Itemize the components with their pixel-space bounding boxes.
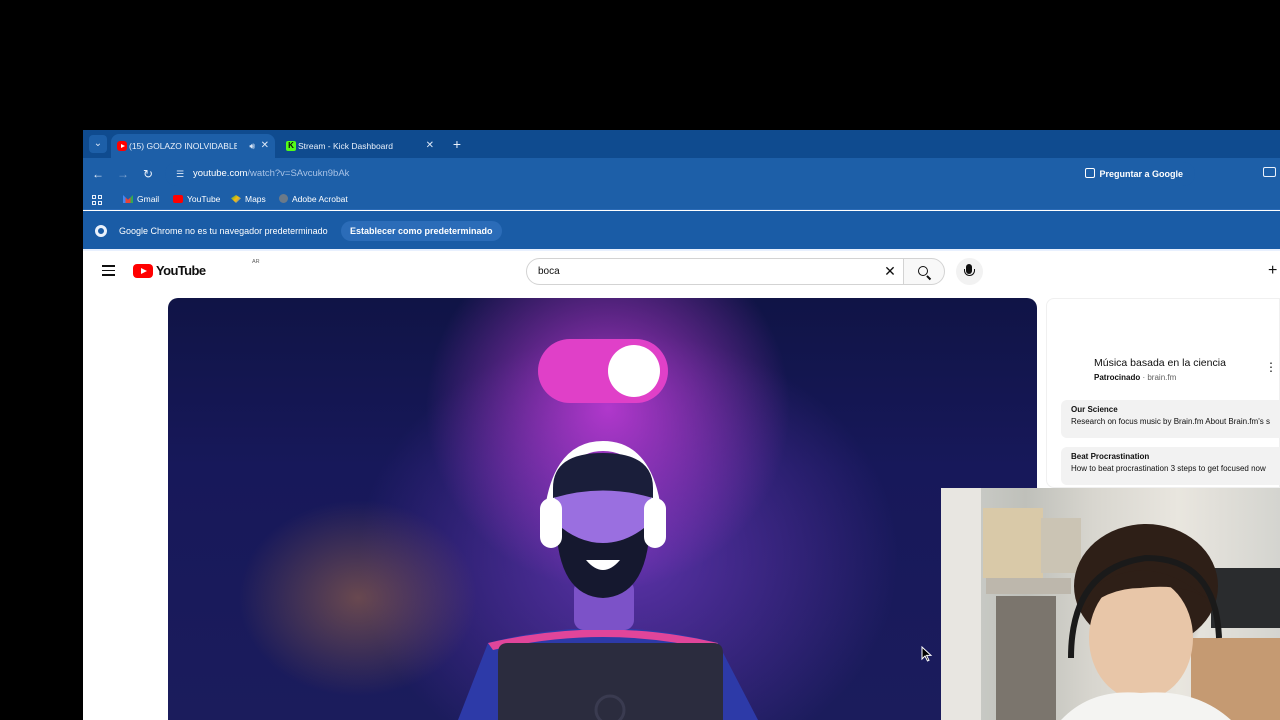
webcam-overlay	[941, 488, 1280, 720]
address-bar[interactable]: ☰ youtube.com/watch?v=SAvcukn9bAk Pregun…	[165, 162, 1195, 186]
search-query: boca	[538, 266, 560, 277]
default-browser-infobar: Google Chrome no es tu navegador predete…	[83, 211, 1280, 251]
youtube-icon	[173, 195, 183, 203]
close-tab-icon[interactable]: ✕	[261, 134, 269, 158]
browser-toolbar: ← → ↻ ☰ youtube.com/watch?v=SAvcukn9bAk …	[83, 158, 1280, 190]
sitelink-description: Research on focus music by Brain.fm Abou…	[1071, 417, 1270, 426]
speaker-icon[interactable]: 🔊︎	[249, 134, 255, 158]
ad-sponsor-line: Patrocinado · brain.fm	[1094, 373, 1176, 382]
chrome-icon	[95, 225, 107, 237]
youtube-header: YouTube AR boca ✕ +	[83, 253, 1280, 289]
bookmark-label: Adobe Acrobat	[292, 194, 348, 204]
kick-icon: K	[286, 141, 296, 151]
google-lens-icon	[1085, 168, 1096, 178]
url-path: /watch?v=SAvcukn9bAk	[247, 168, 350, 179]
globe-icon	[279, 194, 288, 203]
url-host: youtube.com	[193, 168, 248, 179]
sitelink-description: How to beat procrastination 3 steps to g…	[1071, 464, 1266, 473]
infobar-message: Google Chrome no es tu navegador predete…	[119, 226, 328, 236]
tab-youtube[interactable]: (15) GOLAZO INOLVIDABLE 🔊︎ ✕	[111, 134, 275, 158]
search-button[interactable]	[903, 258, 945, 285]
video-player[interactable]	[168, 298, 1037, 720]
tab-title: (15) GOLAZO INOLVIDABLE	[129, 141, 237, 151]
youtube-play-icon	[133, 264, 153, 278]
more-options-icon[interactable]: ⋮	[1265, 361, 1277, 373]
toggle-knob-graphic	[608, 345, 660, 397]
bookmark-gmail[interactable]: Gmail	[123, 190, 159, 210]
gmail-icon	[123, 195, 133, 203]
ad-domain: · brain.fm	[1142, 373, 1177, 382]
maps-icon	[231, 195, 241, 203]
reload-icon[interactable]: ↻	[139, 165, 157, 183]
voice-search-button[interactable]	[956, 258, 983, 285]
bookmark-label: Gmail	[137, 194, 160, 204]
apps-grid-icon[interactable]	[92, 195, 102, 205]
menu-icon[interactable]	[102, 265, 115, 276]
ask-google-button[interactable]: Preguntar a Google	[1085, 162, 1183, 186]
new-tab-button[interactable]: +	[447, 134, 467, 154]
close-tab-icon[interactable]: ✕	[426, 134, 434, 158]
bookmarks-bar: Gmail YouTube Maps Adobe Acrobat	[83, 190, 1280, 210]
sitelink-heading: Beat Procrastination	[1071, 452, 1150, 461]
site-info-icon[interactable]: ☰	[173, 167, 187, 181]
screen: ⌄ (15) GOLAZO INOLVIDABLE 🔊︎ ✕ K Stream …	[0, 0, 1280, 720]
bookmark-maps[interactable]: Maps	[231, 190, 266, 210]
advertiser-avatar	[1061, 355, 1091, 385]
bookmark-youtube[interactable]: YouTube	[173, 190, 220, 210]
search-input[interactable]: boca ✕	[526, 258, 904, 285]
back-arrow-icon[interactable]: ←	[89, 165, 107, 183]
ask-google-label: Preguntar a Google	[1099, 169, 1183, 179]
bookmark-label: Maps	[245, 194, 266, 204]
country-code: AR	[252, 259, 260, 265]
youtube-wordmark: YouTube	[156, 263, 206, 278]
search-icon	[918, 266, 928, 276]
url-text[interactable]: youtube.com/watch?v=SAvcukn9bAk	[193, 162, 349, 186]
set-default-button[interactable]: Establecer como predeterminado	[341, 221, 502, 241]
bookmark-adobe-acrobat[interactable]: Adobe Acrobat	[279, 190, 348, 210]
tab-kick[interactable]: K Stream - Kick Dashboard ✕	[280, 134, 440, 158]
ad-title[interactable]: Música basada en la ciencia	[1094, 357, 1226, 369]
sponsored-ad-card[interactable]: Música basada en la ciencia Patrocinado …	[1046, 298, 1280, 488]
tab-search-chevron-icon[interactable]: ⌄	[89, 135, 107, 153]
clear-search-icon[interactable]: ✕	[881, 259, 899, 284]
tab-title: Stream - Kick Dashboard	[298, 141, 393, 151]
sitelink-heading: Our Science	[1071, 405, 1118, 414]
ad-sitelink[interactable]: Our Science Research on focus music by B…	[1061, 400, 1280, 438]
laptop-graphic	[498, 643, 723, 720]
create-icon[interactable]: +	[1268, 261, 1280, 281]
mouse-cursor-icon	[921, 646, 933, 662]
sponsored-label: Patrocinado	[1094, 373, 1141, 382]
ad-sitelink[interactable]: Beat Procrastination How to beat procras…	[1061, 447, 1280, 485]
cast-icon[interactable]	[1263, 167, 1276, 177]
youtube-icon	[117, 141, 127, 151]
forward-arrow-icon[interactable]: →	[114, 165, 132, 183]
microphone-icon	[963, 264, 975, 276]
video-frame-illustration	[458, 339, 758, 720]
webcam-feed-image	[941, 488, 1280, 720]
tab-strip: ⌄ (15) GOLAZO INOLVIDABLE 🔊︎ ✕ K Stream …	[83, 130, 1280, 158]
bookmark-label: YouTube	[187, 194, 221, 204]
